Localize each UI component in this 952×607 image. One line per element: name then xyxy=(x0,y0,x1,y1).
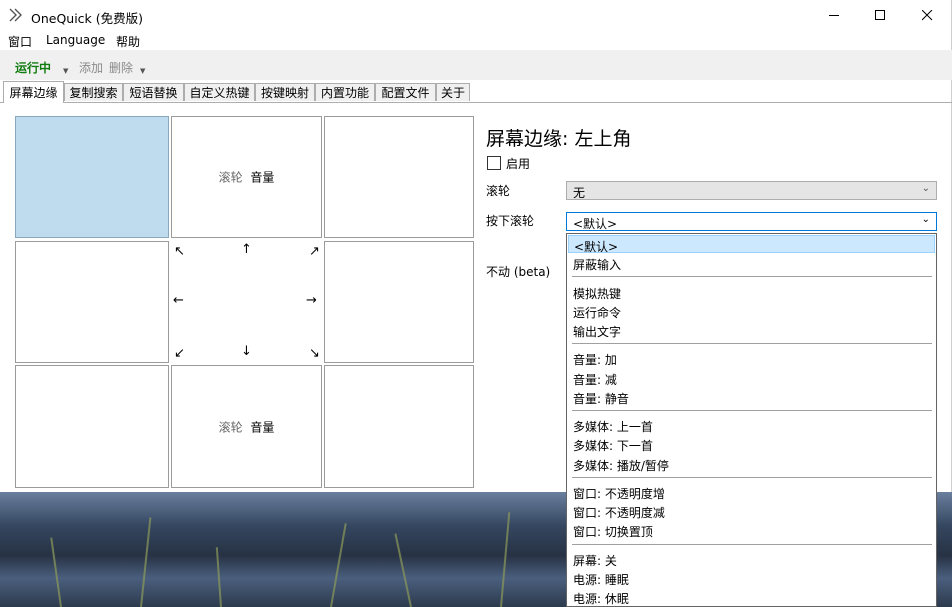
minimize-button[interactable] xyxy=(811,0,857,31)
option-media-prev[interactable]: 多媒体: 上一首 xyxy=(568,416,935,434)
option-volume-mute[interactable]: 音量: 静音 xyxy=(568,388,935,406)
option-run-command[interactable]: 运行命令 xyxy=(568,302,935,320)
enable-checkbox[interactable] xyxy=(487,156,501,170)
option-screen-off[interactable]: 屏幕: 关 xyxy=(568,550,935,568)
arrow-ne-icon: ↗ xyxy=(309,244,320,259)
arrow-se-icon: ↘ xyxy=(309,346,320,361)
separator xyxy=(572,544,932,545)
wheel-select[interactable]: 无 ⌄ xyxy=(566,181,937,200)
edge-top[interactable]: 滚轮 音量 xyxy=(171,116,322,238)
maximize-icon xyxy=(874,10,885,20)
tab-strip: 屏幕边缘 复制搜索 短语替换 自定义热键 按键映射 内置功能 配置文件 关于 xyxy=(0,81,952,103)
menu-help[interactable]: 帮助 xyxy=(116,33,140,50)
minimize-icon xyxy=(828,15,839,16)
tab-phrase-replace[interactable]: 短语替换 xyxy=(123,83,184,101)
tab-about[interactable]: 关于 xyxy=(436,83,470,101)
option-power-hibernate[interactable]: 电源: 休眠 xyxy=(568,588,935,606)
menu-language[interactable]: Language xyxy=(46,33,105,47)
center-arrows: ↖ ↑ ↗ ← → ↙ ↓ ↘ xyxy=(171,241,322,363)
option-output-text[interactable]: 输出文字 xyxy=(568,321,935,339)
tab-custom-hotkey[interactable]: 自定义热键 xyxy=(184,83,255,101)
press-wheel-select[interactable]: <默认> ⌄ xyxy=(566,212,937,231)
option-media-play-pause[interactable]: 多媒体: 播放/暂停 xyxy=(568,455,935,473)
edge-top-left[interactable] xyxy=(15,116,169,238)
option-simulate-hotkey[interactable]: 模拟热键 xyxy=(568,283,935,301)
toolbar: 运行中 ▼ 添加 删除 ▼ xyxy=(0,50,952,80)
tab-copy-search[interactable]: 复制搜索 xyxy=(64,83,123,101)
press-wheel-select-value: <默认> xyxy=(573,217,618,231)
close-button[interactable] xyxy=(904,0,950,31)
wheel-label: 滚轮 xyxy=(486,184,511,198)
option-media-next[interactable]: 多媒体: 下一首 xyxy=(568,435,935,453)
option-volume-up[interactable]: 音量: 加 xyxy=(568,349,935,367)
wheel-select-value: 无 xyxy=(573,186,586,200)
arrow-nw-icon: ↖ xyxy=(174,244,185,259)
separator xyxy=(572,276,932,277)
separator xyxy=(572,477,932,478)
status-dropdown-icon[interactable]: ▼ xyxy=(63,67,68,75)
tab-screen-edge[interactable]: 屏幕边缘 xyxy=(3,81,64,103)
menu-bar: 窗口 Language 帮助 xyxy=(0,31,952,50)
chevron-down-icon: ⌄ xyxy=(921,214,930,225)
option-volume-down[interactable]: 音量: 减 xyxy=(568,369,935,387)
edge-bottom-left[interactable] xyxy=(15,365,169,488)
idle-label: 不动 (beta) xyxy=(486,265,551,279)
press-wheel-dropdown-list: <默认> 屏蔽输入 模拟热键 运行命令 输出文字 音量: 加 音量: 减 音量:… xyxy=(566,233,937,607)
arrow-s-icon: ↓ xyxy=(241,344,252,359)
edge-top-label: 滚轮 音量 xyxy=(218,170,275,185)
maximize-button[interactable] xyxy=(857,0,903,31)
arrow-n-icon: ↑ xyxy=(241,242,252,257)
tab-config-file[interactable]: 配置文件 xyxy=(375,83,436,101)
chevron-down-icon: ⌄ xyxy=(921,183,930,194)
edit-dropdown-icon[interactable]: ▼ xyxy=(140,67,145,75)
tab-builtin-functions[interactable]: 内置功能 xyxy=(315,83,375,101)
press-wheel-label: 按下滚轮 xyxy=(486,214,535,228)
arrow-w-icon: ← xyxy=(173,293,184,308)
enable-label: 启用 xyxy=(506,157,531,171)
separator xyxy=(572,343,932,344)
edge-right[interactable] xyxy=(324,241,474,363)
edge-bottom-label: 滚轮 音量 xyxy=(218,420,275,434)
double-chevron-icon xyxy=(9,8,22,22)
arrow-sw-icon: ↙ xyxy=(174,346,185,361)
option-window-opacity-up[interactable]: 窗口: 不透明度增 xyxy=(568,483,935,501)
add-button[interactable]: 添加 xyxy=(79,59,103,76)
tab-key-mapping[interactable]: 按键映射 xyxy=(255,83,315,101)
delete-button[interactable]: 删除 xyxy=(109,59,133,76)
menu-window[interactable]: 窗口 xyxy=(8,33,32,50)
edge-bottom-right[interactable] xyxy=(324,365,474,488)
option-window-opacity-down[interactable]: 窗口: 不透明度减 xyxy=(568,502,935,520)
title-bar[interactable]: OneQuick (免费版) xyxy=(0,0,952,31)
edge-left[interactable] xyxy=(15,241,169,363)
option-default[interactable]: <默认> xyxy=(568,235,935,254)
window-title: OneQuick (免费版) xyxy=(31,11,144,26)
option-block-input[interactable]: 屏蔽输入 xyxy=(568,254,935,272)
edge-top-right[interactable] xyxy=(324,116,474,238)
section-title: 屏幕边缘: 左上角 xyxy=(486,128,632,150)
arrow-e-icon: → xyxy=(306,293,317,308)
running-status-button[interactable]: 运行中 xyxy=(15,59,51,76)
edge-bottom[interactable]: 滚轮 音量 xyxy=(171,365,322,488)
close-icon xyxy=(921,10,932,21)
option-power-sleep[interactable]: 电源: 睡眠 xyxy=(568,569,935,587)
option-window-toggle-topmost[interactable]: 窗口: 切换置顶 xyxy=(568,521,935,539)
separator xyxy=(572,410,932,411)
